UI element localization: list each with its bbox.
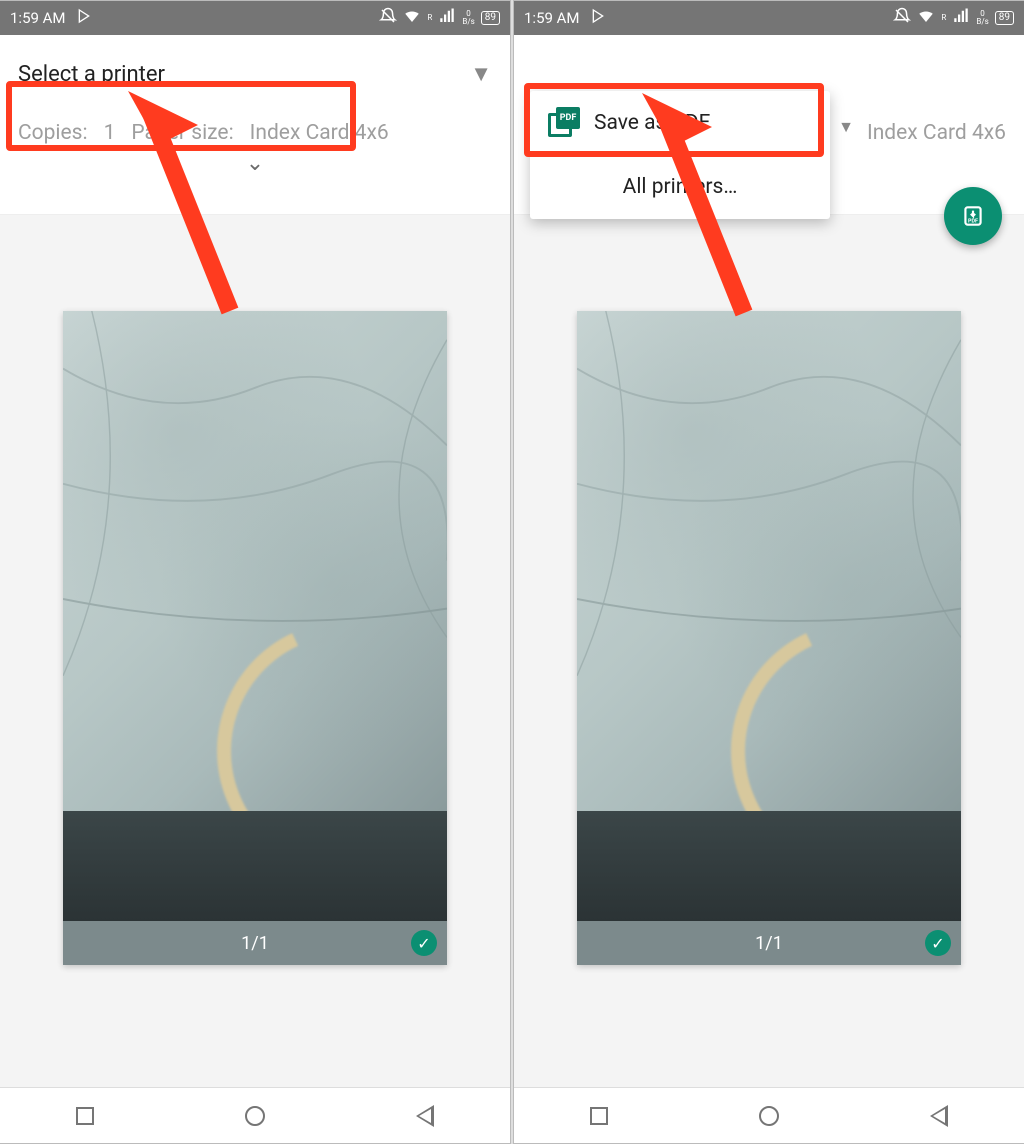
pdf-icon: PDF [548, 107, 580, 139]
data-rate-indicator: 0 B/s [976, 10, 988, 26]
notifications-off-icon [379, 7, 397, 29]
page-footer: 1/1 ✓ [63, 921, 447, 965]
screenshot-left: 1:59 AM R 0 B/s 89 Select a print [0, 0, 511, 1144]
all-printers-label: All printers… [623, 175, 738, 199]
android-navbar [0, 1087, 510, 1143]
page-footer: 1/1 ✓ [577, 921, 961, 965]
print-controls: Select a printer ▼ Copies: 1 Paper size:… [0, 35, 510, 215]
download-pdf-fab[interactable]: PDF [944, 187, 1002, 245]
roaming-indicator: R [941, 14, 946, 22]
svg-text:PDF: PDF [968, 219, 978, 225]
preview-image [63, 311, 447, 921]
print-controls: Index Card 4x6 ▼ PDF Save as PDF All pri… [514, 35, 1024, 215]
android-navbar [514, 1087, 1024, 1143]
home-button[interactable] [759, 1106, 779, 1126]
expand-options-icon[interactable]: ⌄ [246, 151, 264, 176]
page-selected-icon[interactable]: ✓ [925, 930, 951, 956]
notifications-off-icon [893, 7, 911, 29]
paper-size-value[interactable]: Index Card 4x6 [250, 121, 389, 145]
data-rate-indicator: 0 B/s [462, 10, 474, 26]
preview-image [577, 311, 961, 921]
print-preview-area[interactable]: 1/1 ✓ [514, 215, 1024, 1087]
select-printer-dropdown[interactable]: Select a printer ▼ [18, 45, 492, 103]
copies-label: Copies: [18, 121, 88, 145]
dropdown-caret-icon: ▼ [838, 117, 854, 137]
preview-page[interactable]: 1/1 ✓ [63, 311, 447, 965]
printer-label: Select a printer [18, 62, 456, 87]
recent-apps-button[interactable] [590, 1107, 608, 1125]
paper-size-label: Paper size: [131, 121, 233, 145]
all-printers-option[interactable]: All printers… [530, 155, 830, 219]
save-as-pdf-label: Save as PDF [594, 111, 710, 135]
status-bar: 1:59 AM R 0 B/s 89 [0, 1, 510, 35]
back-button[interactable] [416, 1105, 434, 1127]
page-counter: 1/1 [241, 933, 269, 954]
print-preview-area[interactable]: 1/1 ✓ [0, 215, 510, 1087]
recent-apps-button[interactable] [76, 1107, 94, 1125]
screenshot-right: 1:59 AM R 0 B/s 89 Index Car [513, 0, 1024, 1144]
dropdown-caret-icon: ▼ [470, 61, 492, 87]
wifi-icon [917, 7, 935, 29]
print-options-row: Copies: 1 Paper size: Index Card 4x6 [18, 121, 492, 145]
signal-icon [952, 7, 970, 29]
copies-value[interactable]: 1 [104, 121, 116, 145]
clock: 1:59 AM [10, 9, 66, 27]
printer-dropdown-panel: PDF Save as PDF All printers… [530, 91, 830, 219]
signal-icon [438, 7, 456, 29]
roaming-indicator: R [427, 14, 432, 22]
play-store-icon [590, 8, 606, 28]
status-bar: 1:59 AM R 0 B/s 89 [514, 1, 1024, 35]
home-button[interactable] [245, 1106, 265, 1126]
clock: 1:59 AM [524, 9, 580, 27]
page-counter: 1/1 [755, 933, 783, 954]
page-selected-icon[interactable]: ✓ [411, 930, 437, 956]
play-store-icon [76, 8, 92, 28]
battery-indicator: 89 [995, 11, 1014, 25]
preview-page[interactable]: 1/1 ✓ [577, 311, 961, 965]
paper-size-value[interactable]: Index Card 4x6 [867, 121, 1006, 145]
wifi-icon [403, 7, 421, 29]
back-button[interactable] [930, 1105, 948, 1127]
save-as-pdf-option[interactable]: PDF Save as PDF [530, 91, 830, 155]
battery-indicator: 89 [481, 11, 500, 25]
